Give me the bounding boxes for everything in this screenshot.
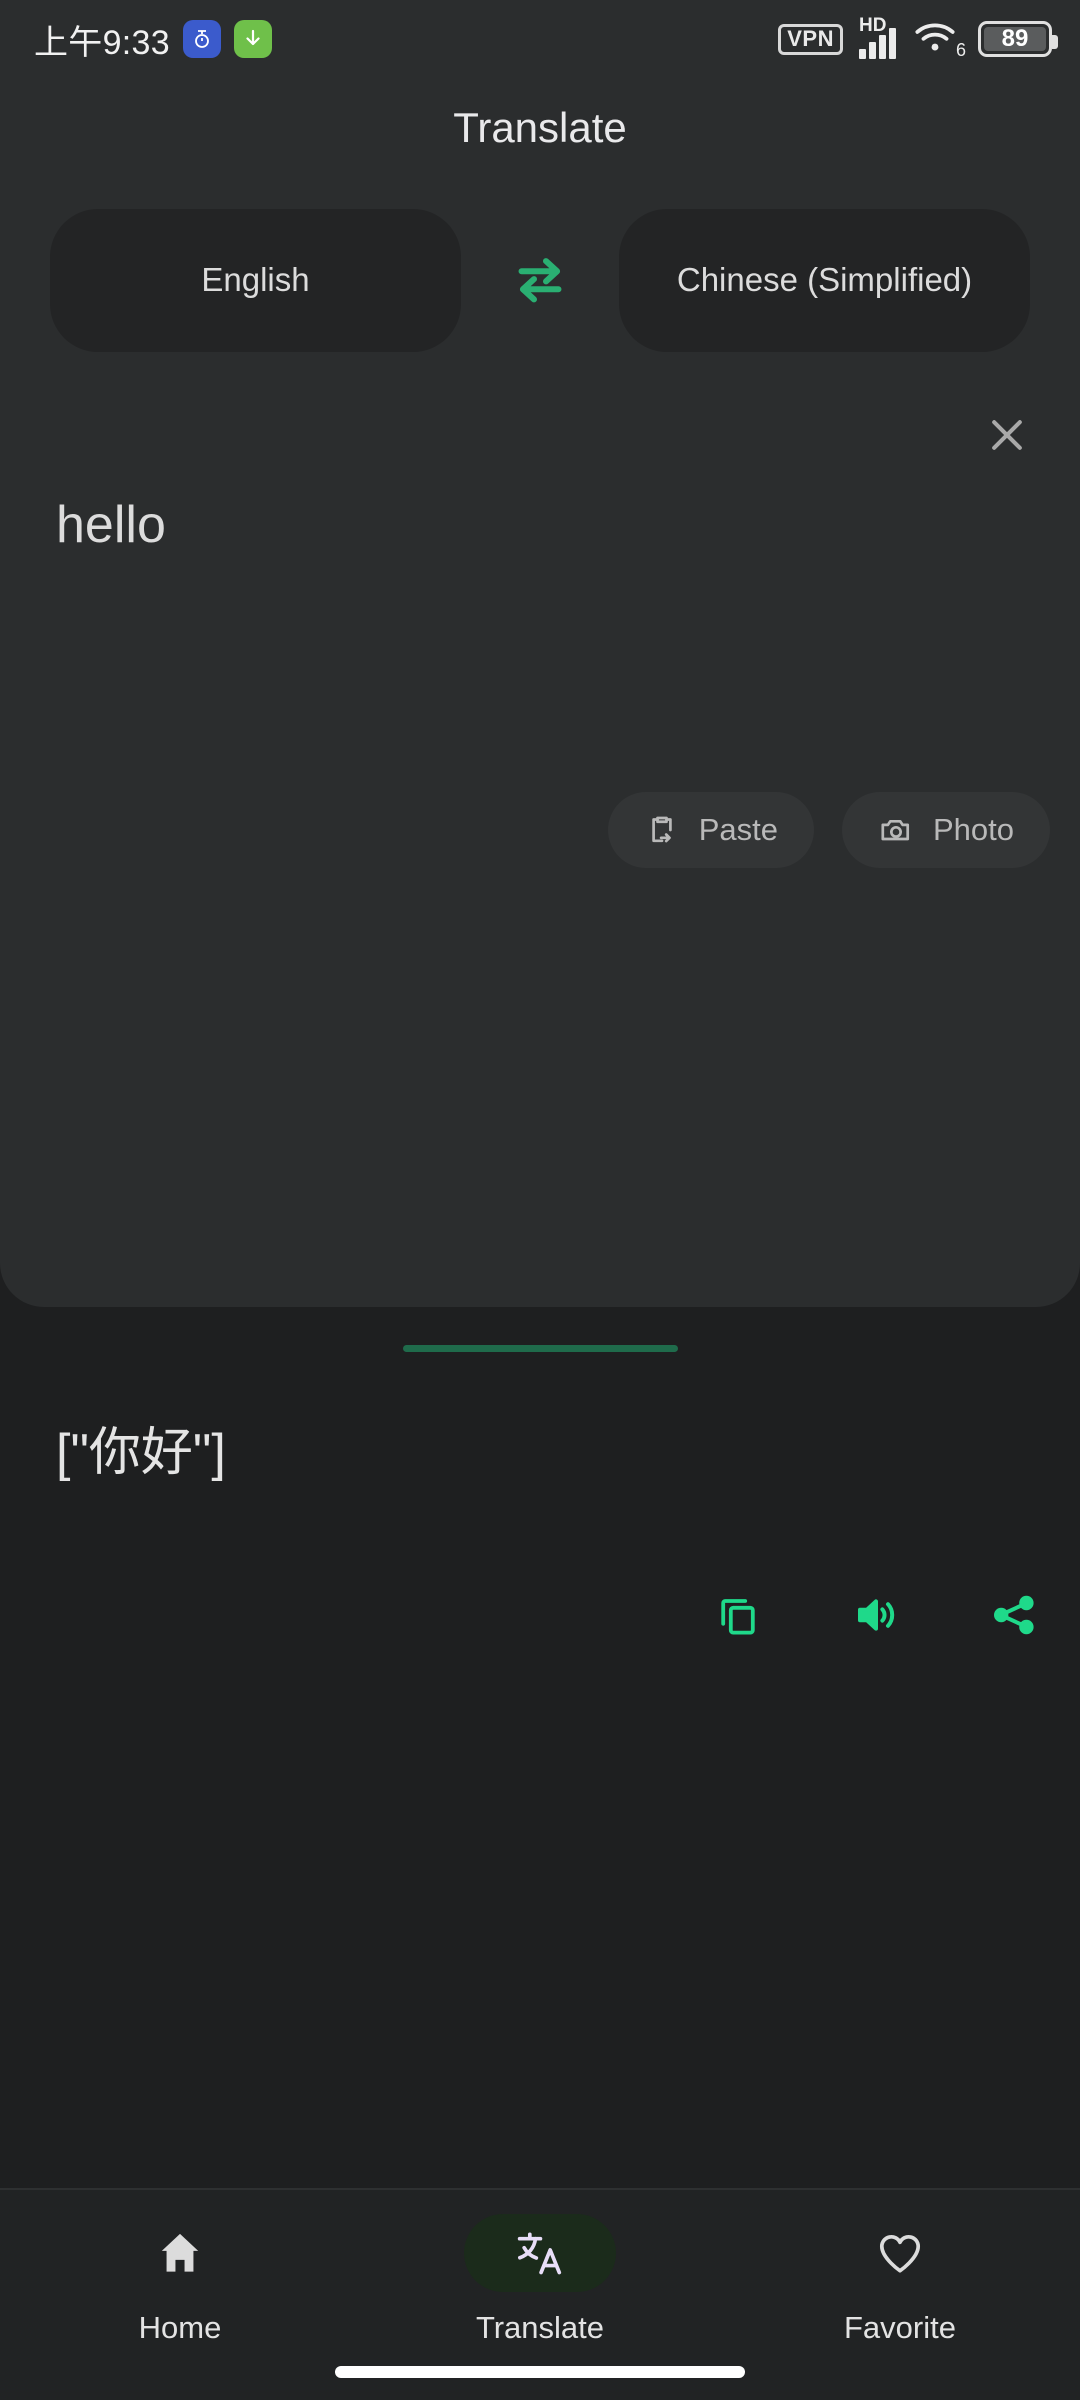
nav-translate-label: Translate	[475, 2310, 605, 2345]
nav-home-label: Home	[138, 2310, 222, 2345]
speaker-volume-icon	[858, 1599, 895, 1631]
nav-favorite-label: Favorite	[844, 2310, 956, 2345]
share-button[interactable]	[986, 1587, 1042, 1643]
target-language-chip[interactable]: Chinese (Simplified)	[619, 208, 1030, 352]
status-bar-right: VPN HD 6 89	[778, 15, 1058, 60]
translated-text: ["你好"]	[56, 1424, 226, 1482]
copy-button[interactable]	[710, 1587, 766, 1643]
translate-card: hello Paste Photo ["你好"]	[0, 382, 1080, 1635]
paste-button-label: Paste	[698, 812, 778, 847]
nav-home[interactable]: Home	[0, 2190, 360, 2400]
share-icon	[994, 1595, 1034, 1635]
paste-button[interactable]: Paste	[607, 792, 814, 868]
nav-home-pill	[104, 2214, 256, 2292]
status-bar: 上午9:33 VPN HD 6 89	[0, 0, 1080, 78]
heart-icon	[879, 2235, 921, 2273]
clear-row	[0, 382, 1080, 482]
nav-favorite-pill	[824, 2214, 976, 2292]
status-clock: 上午9:33	[34, 23, 170, 62]
target-language-label: Chinese (Simplified)	[676, 261, 973, 298]
listen-button[interactable]	[848, 1587, 904, 1643]
clear-text-button[interactable]	[976, 404, 1038, 466]
notification-badge-blue-icon	[182, 20, 221, 58]
close-icon	[992, 420, 1022, 450]
camera-icon	[881, 819, 910, 841]
language-selector: English Chinese (Simplified)	[0, 178, 1080, 382]
gesture-bar[interactable]	[335, 2366, 745, 2378]
source-text-input[interactable]: hello	[56, 494, 1024, 556]
translate-icon	[517, 2232, 562, 2275]
home-icon	[161, 2233, 199, 2272]
photo-button-label: Photo	[932, 812, 1014, 847]
source-language-label: English	[201, 261, 310, 298]
swap-languages-button[interactable]	[461, 252, 619, 308]
cellular-signal-icon: HD	[859, 15, 896, 59]
swap-horizontal-arrows-icon	[518, 258, 562, 303]
bottom-navigation: Home Translate Favorite	[0, 2188, 1080, 2400]
nav-favorite[interactable]: Favorite	[720, 2190, 1080, 2400]
quick-action-buttons: Paste Photo	[607, 792, 1050, 868]
source-language-chip[interactable]: English	[50, 208, 461, 352]
vpn-icon: VPN	[778, 23, 843, 55]
copy-icon	[721, 1599, 755, 1635]
battery-icon: 89	[978, 21, 1058, 57]
section-divider	[403, 1345, 678, 1352]
app-screen: 上午9:33 VPN HD 6 89 Translate English Chi…	[0, 0, 1080, 2400]
download-badge-green-icon	[233, 20, 272, 58]
photo-button[interactable]: Photo	[841, 792, 1050, 868]
result-action-buttons	[710, 1587, 1042, 1643]
nav-translate-pill	[464, 2214, 616, 2292]
status-bar-left: 上午9:33	[34, 15, 272, 64]
page-title: Translate	[0, 78, 1080, 178]
wifi-icon: 6	[912, 19, 966, 60]
clipboard-paste-icon	[651, 816, 672, 843]
